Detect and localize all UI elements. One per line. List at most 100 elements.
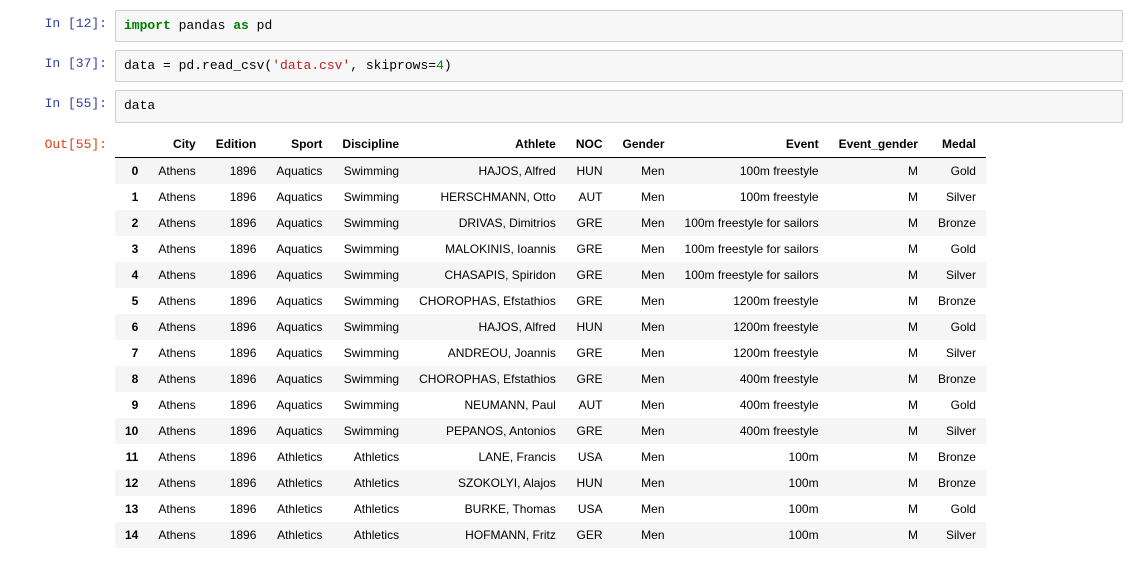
cell: Swimming <box>332 288 409 314</box>
cell: Aquatics <box>266 418 332 444</box>
cell: Men <box>613 210 675 236</box>
cell: Silver <box>928 184 986 210</box>
table-row: 6Athens1896AquaticsSwimmingHAJOS, Alfred… <box>115 314 986 340</box>
cell: GRE <box>566 418 613 444</box>
cell: USA <box>566 496 613 522</box>
cell: 100m <box>675 522 829 548</box>
cell: Bronze <box>928 210 986 236</box>
cell: Aquatics <box>266 210 332 236</box>
code-cell: In [37]: data = pd.read_csv('data.csv', … <box>20 50 1123 82</box>
cell: Bronze <box>928 366 986 392</box>
table-row: 1Athens1896AquaticsSwimmingHERSCHMANN, O… <box>115 184 986 210</box>
cell: M <box>829 288 928 314</box>
column-header: Event <box>675 131 829 158</box>
table-row: 10Athens1896AquaticsSwimmingPEPANOS, Ant… <box>115 418 986 444</box>
cell: Men <box>613 184 675 210</box>
cell: M <box>829 184 928 210</box>
cell: Aquatics <box>266 340 332 366</box>
cell: Swimming <box>332 210 409 236</box>
cell: Silver <box>928 522 986 548</box>
cell: Swimming <box>332 236 409 262</box>
cell: Swimming <box>332 157 409 184</box>
row-index: 10 <box>115 418 148 444</box>
code-input[interactable]: data <box>115 90 1123 122</box>
table-row: 14Athens1896AthleticsAthleticsHOFMANN, F… <box>115 522 986 548</box>
cell: PEPANOS, Antonios <box>409 418 566 444</box>
cell: 400m freestyle <box>675 418 829 444</box>
cell: 1896 <box>206 444 267 470</box>
table-row: 9Athens1896AquaticsSwimmingNEUMANN, Paul… <box>115 392 986 418</box>
cell: AUT <box>566 184 613 210</box>
table-row: 11Athens1896AthleticsAthleticsLANE, Fran… <box>115 444 986 470</box>
cell: M <box>829 262 928 288</box>
cell: HUN <box>566 314 613 340</box>
cell: M <box>829 236 928 262</box>
cell: Men <box>613 392 675 418</box>
cell: 1896 <box>206 157 267 184</box>
cell: M <box>829 392 928 418</box>
cell: Athens <box>148 210 205 236</box>
cell: M <box>829 210 928 236</box>
cell: 1896 <box>206 522 267 548</box>
output-cell: Out[55]: CityEditionSportDisciplineAthle… <box>20 131 1123 548</box>
code-input[interactable]: data = pd.read_csv('data.csv', skiprows=… <box>115 50 1123 82</box>
cell: Men <box>613 418 675 444</box>
cell: Athens <box>148 418 205 444</box>
cell: Men <box>613 470 675 496</box>
table-row: 13Athens1896AthleticsAthleticsBURKE, Tho… <box>115 496 986 522</box>
cell: 1896 <box>206 496 267 522</box>
cell: Silver <box>928 418 986 444</box>
cell: USA <box>566 444 613 470</box>
cell: 100m freestyle for sailors <box>675 262 829 288</box>
cell: Men <box>613 288 675 314</box>
cell: Athens <box>148 470 205 496</box>
row-index: 6 <box>115 314 148 340</box>
row-index: 3 <box>115 236 148 262</box>
table-row: 5Athens1896AquaticsSwimmingCHOROPHAS, Ef… <box>115 288 986 314</box>
cell: 1896 <box>206 210 267 236</box>
row-index: 4 <box>115 262 148 288</box>
cell: 1896 <box>206 392 267 418</box>
cell: Bronze <box>928 444 986 470</box>
table-row: 12Athens1896AthleticsAthleticsSZOKOLYI, … <box>115 470 986 496</box>
cell: CHOROPHAS, Efstathios <box>409 366 566 392</box>
cell: Athens <box>148 157 205 184</box>
cell: M <box>829 444 928 470</box>
cell: Athletics <box>266 496 332 522</box>
cell: 1896 <box>206 366 267 392</box>
cell: 100m <box>675 444 829 470</box>
cell: Athletics <box>332 470 409 496</box>
table-row: 7Athens1896AquaticsSwimmingANDREOU, Joan… <box>115 340 986 366</box>
cell: BURKE, Thomas <box>409 496 566 522</box>
cell: Men <box>613 366 675 392</box>
cell: Men <box>613 522 675 548</box>
cell: 100m freestyle for sailors <box>675 236 829 262</box>
cell: Athletics <box>332 444 409 470</box>
cell: M <box>829 314 928 340</box>
cell: GRE <box>566 210 613 236</box>
cell: 1896 <box>206 288 267 314</box>
cell: 1200m freestyle <box>675 340 829 366</box>
cell: 1896 <box>206 236 267 262</box>
cell: Athletics <box>332 522 409 548</box>
table-row: 2Athens1896AquaticsSwimmingDRIVAS, Dimit… <box>115 210 986 236</box>
cell: Swimming <box>332 184 409 210</box>
cell: Athletics <box>266 470 332 496</box>
cell: NEUMANN, Paul <box>409 392 566 418</box>
cell: Men <box>613 157 675 184</box>
cell: Aquatics <box>266 314 332 340</box>
cell: Men <box>613 314 675 340</box>
cell: Men <box>613 444 675 470</box>
cell: Athletics <box>332 496 409 522</box>
in-prompt: In [37]: <box>20 50 115 82</box>
output-area: CityEditionSportDisciplineAthleteNOCGend… <box>115 131 1123 548</box>
cell: GRE <box>566 288 613 314</box>
code-cell: In [55]: data <box>20 90 1123 122</box>
cell: HAJOS, Alfred <box>409 157 566 184</box>
row-index: 9 <box>115 392 148 418</box>
column-header: Discipline <box>332 131 409 158</box>
cell: Bronze <box>928 470 986 496</box>
index-header <box>115 131 148 158</box>
code-input[interactable]: import pandas as pd <box>115 10 1123 42</box>
cell: M <box>829 470 928 496</box>
